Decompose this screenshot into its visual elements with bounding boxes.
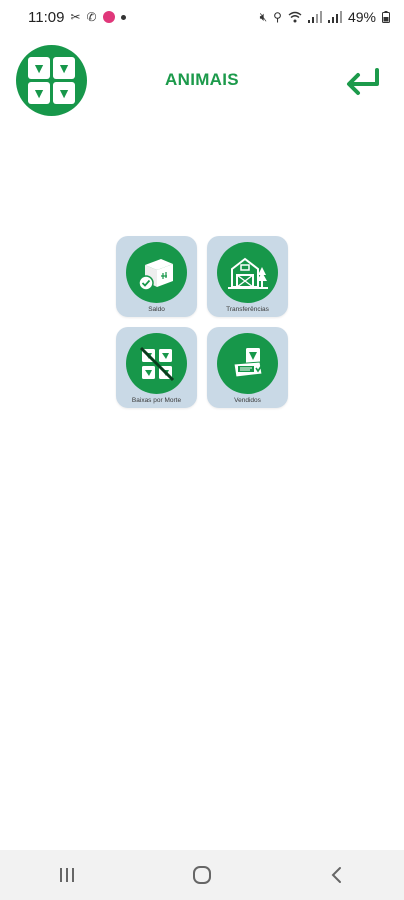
status-bar: 11:09 ✂ ✆ 🔇︎ ⚲ 49% [0, 0, 404, 34]
menu-tile-vendidos[interactable]: Vendidos [207, 327, 288, 408]
battery-icon [382, 11, 390, 23]
status-time: 11:09 [28, 8, 65, 26]
app-header: ▼ ▼ ▼ ▼ ANIMAIS [0, 40, 404, 122]
boxes-check-icon [137, 258, 173, 291]
location-icon: ⚲ [273, 10, 282, 24]
tile-icon-circle [217, 242, 278, 303]
tile-label: Transferências [226, 306, 269, 313]
menu-tile-saldo[interactable]: Saldo [116, 236, 197, 317]
wifi-icon [288, 11, 302, 23]
menu-tile-baixas-por-morte[interactable]: Baixas por Morte [116, 327, 197, 408]
tile-label: Saldo [148, 306, 165, 313]
return-arrow-icon [347, 68, 379, 95]
sale-tag-icon [232, 347, 263, 378]
tools-icon: ✂ [70, 10, 81, 24]
tile-label: Vendidos [234, 397, 261, 404]
tile-icon-circle [126, 242, 187, 303]
status-left: 11:09 ✂ ✆ [28, 9, 126, 26]
tile-label: Baixas por Morte [131, 397, 182, 404]
tile-icon-circle [217, 333, 278, 394]
home-button[interactable] [172, 855, 232, 895]
farm-barn-icon [227, 257, 268, 289]
app-notification-icon [102, 11, 115, 23]
menu-grid: Saldo Transferências Baixas por Morte Ve… [116, 236, 288, 408]
system-nav-bar [0, 850, 404, 900]
tile-icon-circle [126, 333, 187, 394]
more-notifications-icon [120, 14, 126, 20]
screen: 11:09 ✂ ✆ 🔇︎ ⚲ 49% ▼ ▼ ▼ ▼ ANIMAIS Saldo… [0, 0, 404, 900]
back-nav-button[interactable] [307, 855, 367, 895]
menu-tile-transferencias[interactable]: Transferências [207, 236, 288, 317]
signal-2-icon [327, 11, 342, 23]
recents-icon [60, 868, 75, 882]
recents-button[interactable] [37, 855, 97, 895]
cattle-grid-crossed-icon [139, 346, 174, 381]
back-chevron-icon [331, 867, 341, 883]
battery-percent: 49% [347, 9, 376, 25]
back-button[interactable] [342, 64, 382, 98]
signal-icon [307, 11, 322, 23]
whatsapp-icon: ✆ [86, 10, 97, 24]
status-right: 🔇︎ ⚲ 49% [260, 9, 390, 25]
mute-icon: 🔇︎ [259, 9, 268, 24]
home-icon [192, 866, 211, 884]
